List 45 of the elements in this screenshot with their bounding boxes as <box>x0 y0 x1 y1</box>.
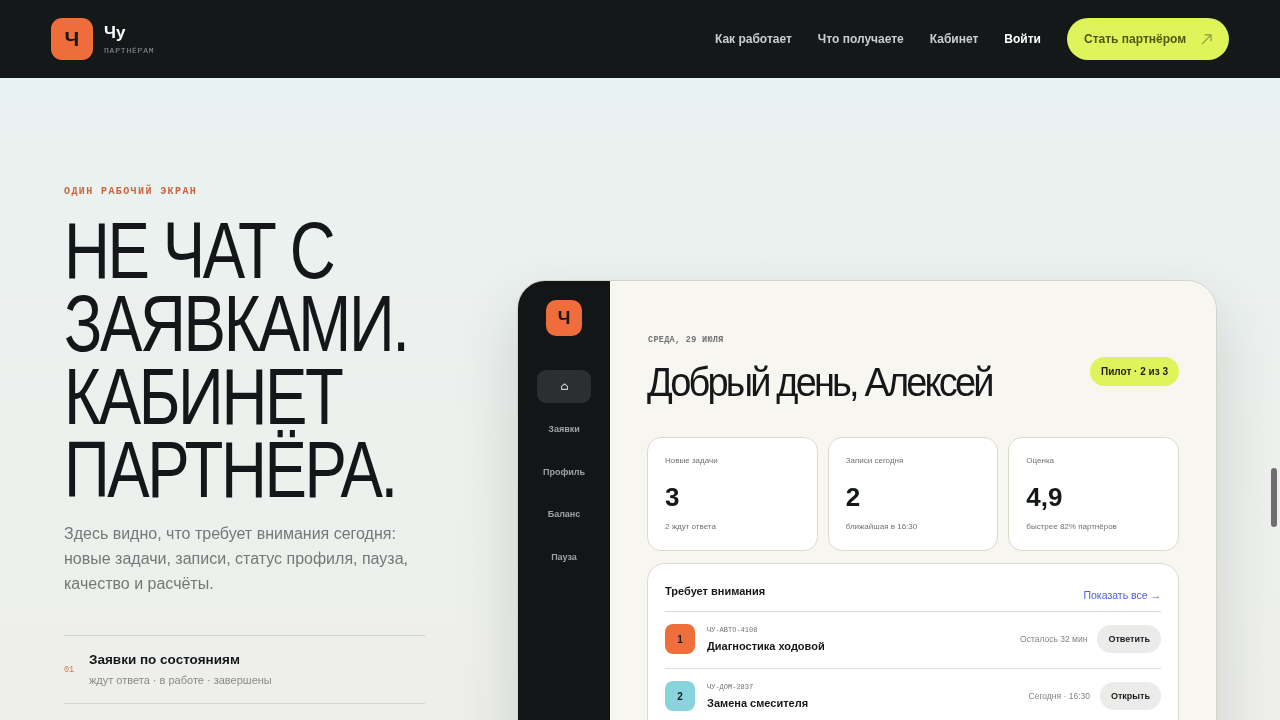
stat-label: Оценка <box>1026 455 1055 466</box>
date-label: СРЕДА, 29 ИЮЛЯ <box>648 335 724 346</box>
stat-label: Новые задачи <box>665 455 718 466</box>
stat-value: 3 <box>665 482 680 512</box>
action-button[interactable]: Открыть <box>1099 682 1161 710</box>
brand-name: Чу <box>104 23 126 42</box>
scrollbar-thumb[interactable] <box>1271 468 1277 527</box>
login-link[interactable]: Войти <box>1004 32 1041 46</box>
cta-button[interactable]: Стать партнёром <box>1067 18 1229 60</box>
request-meta: Осталось 32 мин <box>1020 634 1088 644</box>
arrow-icon <box>1201 33 1212 45</box>
hero-heading: НЕ ЧАТ С ЗАЯВКАМИ. КАБИНЕТ ПАРТНЁРА. <box>64 214 409 506</box>
panel-title: Требует внимания <box>665 584 766 598</box>
sidebar-item[interactable]: Пауза <box>537 540 591 573</box>
pilot-badge: Пилот · 2 из 3 <box>1090 357 1179 386</box>
stat-note: ближайшая в 16:30 <box>845 521 918 532</box>
request-title: Замена смесителя <box>707 695 809 710</box>
nav-link[interactable]: Что получаете <box>817 32 904 46</box>
app-logo: Ч <box>546 300 582 336</box>
eyebrow-label: ОДИН РАБОЧИЙ ЭКРАН <box>64 186 198 198</box>
sidebar-item[interactable]: Баланс <box>537 497 591 531</box>
feature-number: 01 <box>64 664 76 675</box>
request-meta: Сегодня · 16:30 <box>1028 691 1090 701</box>
home-icon <box>560 383 568 390</box>
show-all-link[interactable]: Показать все → <box>1083 589 1161 602</box>
greeting-heading: Добрый день, Алексей <box>647 359 992 405</box>
sidebar-item[interactable]: Заявки <box>537 412 591 446</box>
request-title: Диагностика ходовой <box>707 638 825 653</box>
stat-value: 2 <box>845 482 861 512</box>
stat-label: Записи сегодня <box>845 455 904 466</box>
row-number: 2 <box>665 681 695 711</box>
sidebar-item[interactable]: Профиль <box>537 455 591 488</box>
stat-note: 2 ждут ответа <box>665 521 716 532</box>
brand-tagline: ПАРТНЁРАМ <box>104 45 155 55</box>
home-button[interactable] <box>537 370 591 403</box>
logo[interactable]: Ч <box>51 18 93 60</box>
hero-lead: Здесь видно, что требует внимания сегодня: новые задачи, записи, статус профиля, пауза, качество и расчёты. <box>64 524 409 594</box>
action-button[interactable]: Ответить <box>1097 625 1161 653</box>
stat-value: 4,9 <box>1026 482 1063 512</box>
row-number: 1 <box>665 624 695 654</box>
nav-link[interactable]: Кабинет <box>929 32 979 46</box>
feature-subtitle: ждут ответа · в работе · завершены <box>89 674 272 687</box>
stat-note: быстрее 82% партнёров <box>1026 521 1117 532</box>
nav-link[interactable]: Как работает <box>714 32 792 46</box>
feature-title: Заявки по состояниям <box>89 652 240 668</box>
